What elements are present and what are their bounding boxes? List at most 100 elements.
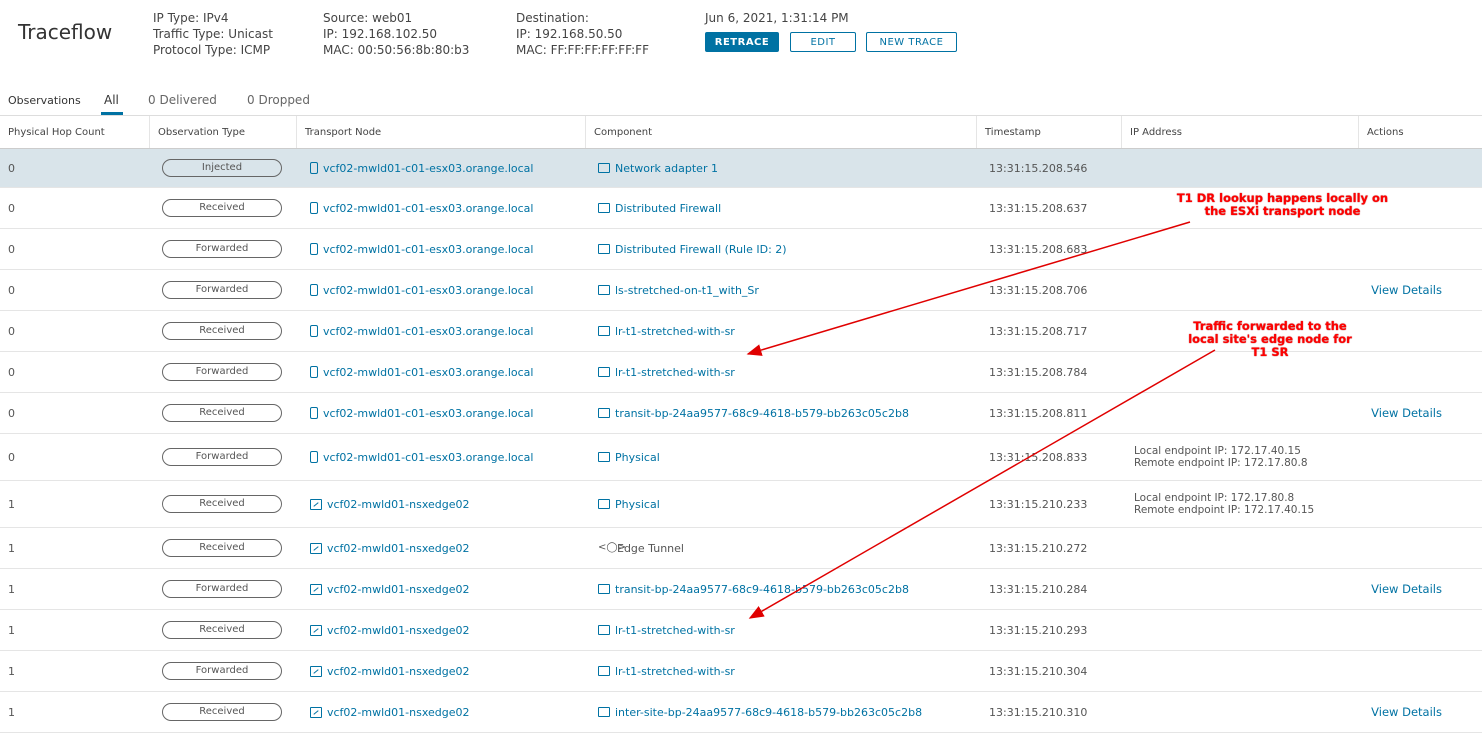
component-name: Network adapter 1	[615, 161, 718, 175]
transport-node-link[interactable]: vcf02-mwld01-nsxedge02	[310, 542, 469, 555]
trace-type-info: IP Type: IPv4 Traffic Type: Unicast Prot…	[153, 10, 273, 58]
timestamp-cell: 13:31:15.210.284	[989, 582, 1088, 596]
physical-icon	[598, 452, 610, 462]
table-row[interactable]: 1 Received vcf02-mwld01-nsxedge02 inter-sit…	[0, 692, 1482, 733]
transport-node-link[interactable]: vcf02-mwld01-c01-esx03.orange.local	[310, 284, 533, 297]
transport-node-link[interactable]: vcf02-mwld01-c01-esx03.orange.local	[310, 407, 533, 420]
table-row[interactable]: 1 Received vcf02-mwld01-nsxedge02 Physical 1…	[0, 481, 1482, 528]
transport-node-link[interactable]: vcf02-mwld01-c01-esx03.orange.local	[310, 451, 533, 464]
table-row[interactable]: 1 Received vcf02-mwld01-nsxedge02 <◯> Edge T…	[0, 528, 1482, 569]
transport-node-name: vcf02-mwld01-nsxedge02	[327, 582, 470, 596]
remote-endpoint-ip: Remote endpoint IP: 172.17.40.15	[1134, 504, 1315, 516]
tunnel-icon: <◯>	[598, 541, 626, 553]
transport-node-link[interactable]: vcf02-mwld01-c01-esx03.orange.local	[310, 243, 533, 256]
table-header: Physical Hop Count Observation Type Tran…	[0, 116, 1482, 149]
transport-node-name: vcf02-mwld01-c01-esx03.orange.local	[323, 283, 534, 297]
component-link[interactable]: lr-t1-stretched-with-sr	[598, 325, 735, 338]
hop-count: 1	[8, 623, 15, 637]
component-cell: lr-t1-stretched-with-sr	[590, 651, 977, 691]
observation-type-badge: Received	[162, 322, 282, 340]
edit-button[interactable]: EDIT	[790, 32, 856, 52]
component-link[interactable]: Distributed Firewall (Rule ID: 2)	[598, 243, 787, 256]
view-details-link[interactable]: View Details	[1371, 582, 1442, 596]
table-row[interactable]: 0 Forwarded vcf02-mwld01-c01-esx03.orange.…	[0, 229, 1482, 270]
component-link[interactable]: Network adapter 1	[598, 162, 718, 175]
edge-icon	[310, 542, 322, 554]
timestamp-cell: 13:31:15.208.784	[989, 365, 1088, 379]
component-cell: inter-site-bp-24aa9577-68c9-4618-b579-bb…	[590, 692, 977, 732]
tab-all[interactable]: All	[104, 93, 119, 107]
transport-node-link[interactable]: vcf02-mwld01-c01-esx03.orange.local	[310, 366, 533, 379]
table-row[interactable]: 1 Forwarded vcf02-mwld01-nsxedge02 lr-t1-st…	[0, 651, 1482, 692]
transport-node-link[interactable]: vcf02-mwld01-nsxedge02	[310, 583, 469, 596]
component-cell: Network adapter 1	[590, 149, 977, 187]
actions-cell	[1359, 481, 1482, 527]
actions-cell	[1359, 651, 1482, 691]
edge-icon	[310, 665, 322, 677]
trace-timestamp: Jun 6, 2021, 1:31:14 PM	[705, 11, 849, 25]
actions-cell	[1359, 610, 1482, 650]
component-link[interactable]: Physical	[598, 498, 660, 511]
timestamp-cell: 13:31:15.210.310	[989, 705, 1088, 719]
column-header-ip-address[interactable]: IP Address	[1122, 116, 1359, 148]
observation-type-badge: Forwarded	[162, 363, 282, 381]
retrace-button[interactable]: RETRACE	[705, 32, 779, 52]
component-link[interactable]: transit-bp-24aa9577-68c9-4618-b579-bb263…	[598, 583, 909, 596]
component-link[interactable]: ls-stretched-on-t1_with_Sr	[598, 284, 759, 297]
observation-type-cell: Forwarded	[154, 229, 297, 269]
switch-icon	[598, 285, 610, 295]
actions-cell	[1359, 229, 1482, 269]
component-cell: lr-t1-stretched-with-sr	[590, 352, 977, 392]
component-name: Physical	[615, 450, 660, 464]
table-row[interactable]: 0 Forwarded vcf02-mwld01-c01-esx03.orange.…	[0, 270, 1482, 311]
component-link[interactable]: lr-t1-stretched-with-sr	[598, 665, 735, 678]
firewall-icon	[598, 244, 610, 254]
component-link[interactable]: transit-bp-24aa9577-68c9-4618-b579-bb263…	[598, 407, 909, 420]
column-header-transport-node[interactable]: Transport Node	[297, 116, 586, 148]
transport-node-cell: vcf02-mwld01-nsxedge02	[302, 610, 586, 650]
source-mac: MAC: 00:50:56:8b:80:b3	[323, 43, 470, 57]
actions-cell: View Details	[1359, 692, 1482, 732]
transport-node-link[interactable]: vcf02-mwld01-nsxedge02	[310, 665, 469, 678]
transport-node-cell: vcf02-mwld01-c01-esx03.orange.local	[302, 352, 586, 392]
observation-type-cell: Injected	[154, 149, 297, 187]
switch-icon	[598, 584, 610, 594]
table-row[interactable]: 1 Received vcf02-mwld01-nsxedge02 lr-t1-str…	[0, 610, 1482, 651]
transport-node-link[interactable]: vcf02-mwld01-c01-esx03.orange.local	[310, 325, 533, 338]
transport-node-name: vcf02-mwld01-c01-esx03.orange.local	[323, 161, 534, 175]
column-header-observation-type[interactable]: Observation Type	[150, 116, 297, 148]
component-link[interactable]: lr-t1-stretched-with-sr	[598, 624, 735, 637]
transport-node-name: vcf02-mwld01-c01-esx03.orange.local	[323, 242, 534, 256]
hop-count: 1	[8, 664, 15, 678]
table-row[interactable]: 0 Injected vcf02-mwld01-c01-esx03.orange.l…	[0, 149, 1482, 188]
component-link[interactable]: lr-t1-stretched-with-sr	[598, 366, 735, 379]
ip-address-cell	[1126, 610, 1359, 650]
component-link[interactable]: Distributed Firewall	[598, 202, 721, 215]
transport-node-name: vcf02-mwld01-c01-esx03.orange.local	[323, 406, 534, 420]
host-icon	[310, 284, 318, 296]
column-header-component[interactable]: Component	[586, 116, 977, 148]
view-details-link[interactable]: View Details	[1371, 283, 1442, 297]
transport-node-cell: vcf02-mwld01-nsxedge02	[302, 481, 586, 527]
table-row[interactable]: 0 Received vcf02-mwld01-c01-esx03.orange.l…	[0, 393, 1482, 434]
transport-node-link[interactable]: vcf02-mwld01-nsxedge02	[310, 624, 469, 637]
tab-dropped[interactable]: 0 Dropped	[247, 93, 310, 107]
actions-cell: View Details	[1359, 569, 1482, 609]
table-row[interactable]: 1 Forwarded vcf02-mwld01-nsxedge02 transit-…	[0, 569, 1482, 610]
new-trace-button[interactable]: NEW TRACE	[866, 32, 957, 52]
destination-ip: IP: 192.168.50.50	[516, 27, 623, 41]
view-details-link[interactable]: View Details	[1371, 406, 1442, 420]
component-cell: Physical	[590, 434, 977, 480]
observation-type-badge: Injected	[162, 159, 282, 177]
hop-count: 1	[8, 497, 15, 511]
transport-node-cell: vcf02-mwld01-nsxedge02	[302, 528, 586, 568]
transport-node-link[interactable]: vcf02-mwld01-nsxedge02	[310, 498, 469, 511]
transport-node-link[interactable]: vcf02-mwld01-c01-esx03.orange.local	[310, 202, 533, 215]
column-header-timestamp[interactable]: Timestamp	[977, 116, 1122, 148]
transport-node-link[interactable]: vcf02-mwld01-c01-esx03.orange.local	[310, 162, 533, 175]
tab-delivered[interactable]: 0 Delivered	[148, 93, 217, 107]
component-link[interactable]: Physical	[598, 451, 660, 464]
table-row[interactable]: 0 Forwarded vcf02-mwld01-c01-esx03.orange.…	[0, 434, 1482, 481]
column-header-hop-count[interactable]: Physical Hop Count	[0, 116, 150, 148]
timestamp-cell: 13:31:15.208.706	[989, 283, 1088, 297]
